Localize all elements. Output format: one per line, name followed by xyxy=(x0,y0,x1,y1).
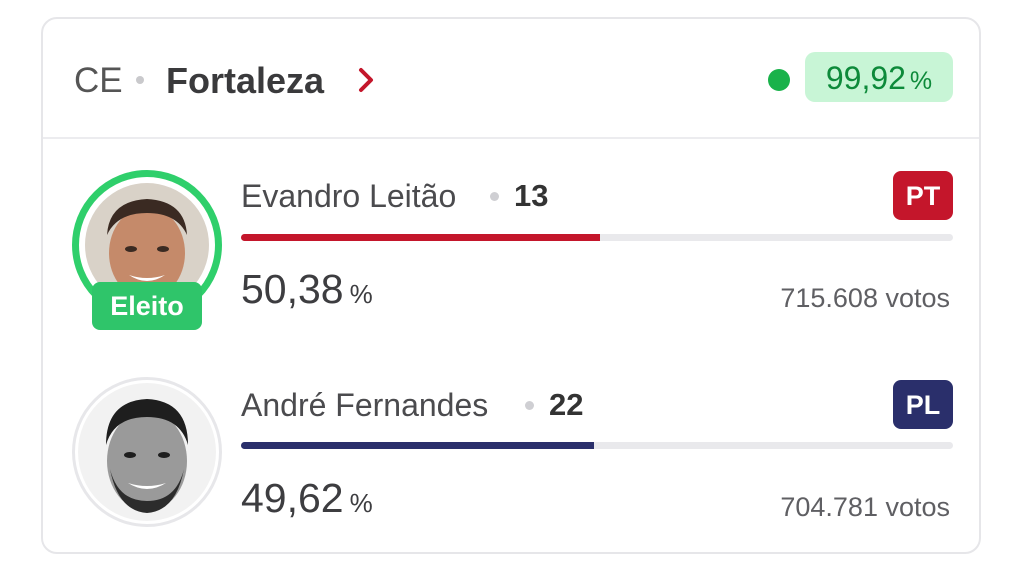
candidate-votes: 704.781 votos xyxy=(780,492,950,522)
card-header[interactable]: CE Fortaleza 99,92% xyxy=(43,19,979,139)
vote-share-bar-fill xyxy=(241,442,595,449)
separator-dot xyxy=(525,401,534,410)
separator-dot xyxy=(136,76,144,84)
candidate-number: 22 xyxy=(549,387,584,422)
candidate-name: Evandro Leitão xyxy=(241,178,457,214)
candidate-name: André Fernandes xyxy=(241,387,489,423)
separator-dot xyxy=(490,192,499,201)
candidate-row[interactable]: Eleito Evandro Leitão 13 PT 50,38% 715.6… xyxy=(43,139,979,339)
party-badge: PL xyxy=(893,380,953,429)
candidate-percent-unit: % xyxy=(349,279,373,309)
apuracao-percent-badge: 99,92% xyxy=(805,52,953,102)
candidate-row[interactable]: André Fernandes 22 PL 49,62% 704.781 vot… xyxy=(43,349,979,549)
party-badge: PT xyxy=(893,171,953,220)
elected-badge: Eleito xyxy=(92,282,202,330)
vote-share-bar-fill xyxy=(241,234,600,241)
avatar xyxy=(78,383,216,521)
candidate-votes: 715.608 votos xyxy=(780,283,950,313)
apuracao-value: 99,92 xyxy=(825,60,906,96)
state-label: CE xyxy=(74,61,123,100)
candidate-number: 13 xyxy=(514,178,549,213)
candidate-percent-value: 50,38 xyxy=(241,266,344,312)
vote-share-bar xyxy=(241,234,953,241)
election-result-card: CE Fortaleza 99,92% Eleito Evandro Leitã… xyxy=(41,17,981,554)
city-link[interactable]: Fortaleza xyxy=(166,59,324,103)
candidate-percent-value: 49,62 xyxy=(241,475,344,521)
apuracao-unit: % xyxy=(909,67,933,95)
candidate-percent: 49,62% xyxy=(241,474,373,532)
candidate-percent: 50,38% xyxy=(241,265,373,323)
chevron-right-icon[interactable] xyxy=(351,65,381,95)
candidate-percent-unit: % xyxy=(349,488,373,518)
candidate-avatar-ring xyxy=(72,377,222,527)
live-status-dot xyxy=(768,69,790,91)
vote-share-bar xyxy=(241,442,953,449)
